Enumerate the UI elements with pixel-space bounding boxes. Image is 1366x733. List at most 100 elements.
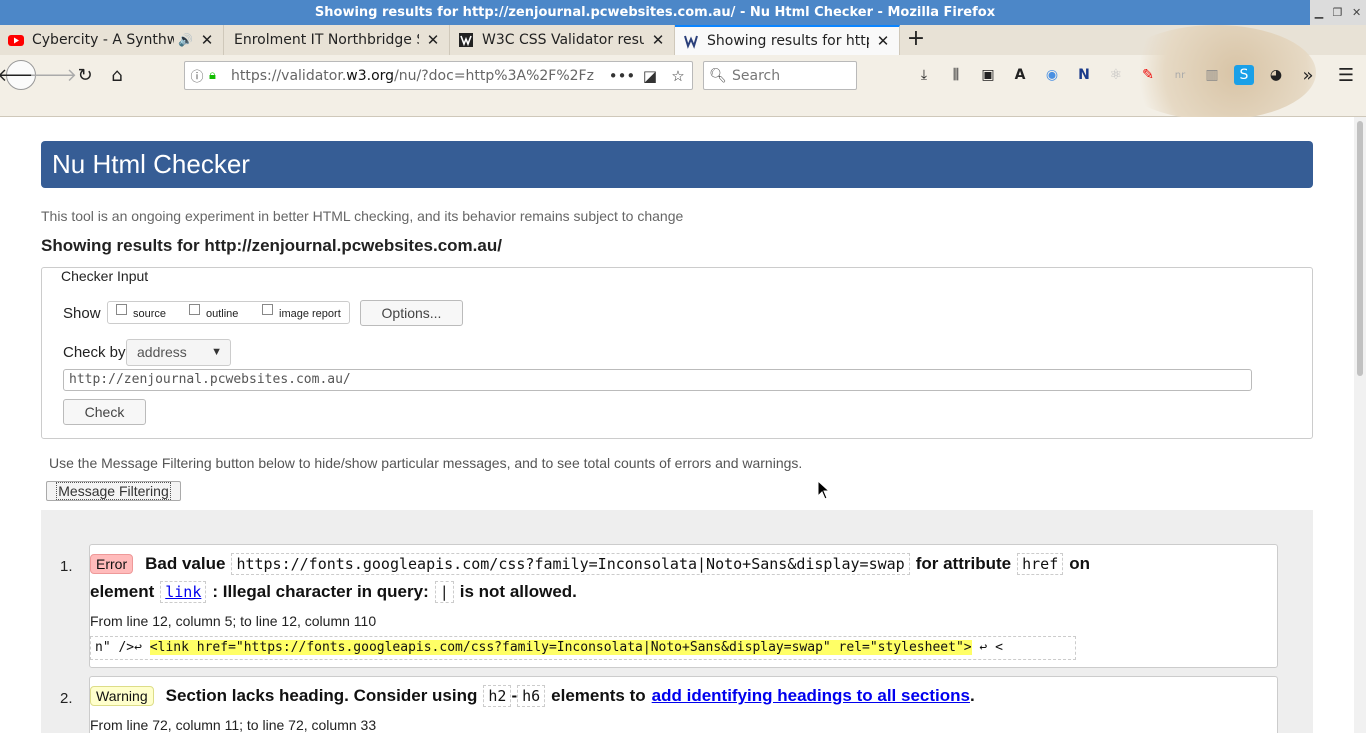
outline-checkbox-label[interactable]: outline xyxy=(206,308,238,320)
options-button[interactable]: Options... xyxy=(360,300,463,326)
checker-input-fieldset xyxy=(41,267,1313,439)
tab-label: Enrolment IT Northbridge Se xyxy=(234,32,419,48)
downloads-icon[interactable]: ⤓ xyxy=(914,65,934,85)
filter-note: Use the Message Filtering button below t… xyxy=(49,455,803,471)
message-text: Bad value xyxy=(145,554,226,573)
url-bar[interactable]: ⓘ 🔒︎ https://validator.w3.org/nu/?doc=ht… xyxy=(184,61,693,90)
check-by-select[interactable]: address ▼ xyxy=(126,339,231,366)
check-button[interactable]: Check xyxy=(63,399,146,425)
error-badge: Error xyxy=(90,554,134,574)
pen-extension-icon[interactable]: ✎ xyxy=(1138,65,1158,85)
chevron-down-icon: ▼ xyxy=(211,346,222,358)
barcode-extension-icon[interactable]: ▥ xyxy=(1202,65,1222,85)
check-by-value: address xyxy=(137,344,187,360)
extract-text: ↩ < xyxy=(971,640,1003,655)
forward-button[interactable]: 🡒 xyxy=(29,61,77,89)
nr-extension-icon[interactable]: nr xyxy=(1170,65,1190,85)
message-text: for attribute xyxy=(915,554,1012,573)
message-text: elements to xyxy=(551,686,646,705)
outline-checkbox[interactable] xyxy=(189,304,200,315)
headings-link[interactable]: add identifying headings to all sections xyxy=(652,686,970,706)
h6-code: h6 xyxy=(517,685,546,707)
s-extension-icon[interactable]: S xyxy=(1234,65,1254,85)
page-banner: Nu Html Checker xyxy=(41,141,1313,188)
speaker-icon[interactable]: 🔊 xyxy=(178,33,193,47)
navigation-toolbar: 🡐 🡒 ↻ ⌂ ⓘ 🔒︎ https://validator.w3.org/nu… xyxy=(0,25,1366,120)
home-button[interactable]: ⌂ xyxy=(103,61,131,89)
font-extension-icon[interactable]: A xyxy=(1010,65,1030,85)
minimize-icon[interactable]: ▁ xyxy=(1315,6,1323,19)
intro-text: This tool is an ongoing experiment in be… xyxy=(41,208,684,224)
close-tab-icon[interactable]: ✕ xyxy=(425,31,441,49)
pocket-icon[interactable]: ◪ xyxy=(636,67,664,85)
hamburger-menu-icon[interactable]: ☰ xyxy=(1336,65,1356,86)
element-link[interactable]: link xyxy=(160,581,207,603)
document-url-input[interactable]: http://zenjournal.pcwebsites.com.au/ xyxy=(63,369,1252,391)
show-label: Show xyxy=(63,305,101,322)
close-tab-icon[interactable]: ✕ xyxy=(650,31,666,49)
lock-icon[interactable]: 🔒︎ xyxy=(209,68,225,83)
image-report-checkbox[interactable] xyxy=(262,304,273,315)
reader-view-icon[interactable]: ▣ xyxy=(978,65,998,85)
mouse-cursor-icon xyxy=(817,480,831,500)
message-line: Error Bad value https://fonts.googleapis… xyxy=(90,553,1090,575)
close-tab-icon[interactable]: ✕ xyxy=(199,31,215,49)
tab-enrolment[interactable]: Enrolment IT Northbridge Se ✕ xyxy=(224,25,450,55)
message-number: 2. xyxy=(60,690,73,707)
reload-button[interactable]: ↻ xyxy=(71,61,99,89)
source-checkbox[interactable] xyxy=(116,304,127,315)
search-placeholder: Search xyxy=(732,67,781,84)
extract-highlight: <link href="https://fonts.googleapis.com… xyxy=(149,640,972,655)
page-scrollbar[interactable] xyxy=(1354,117,1366,733)
tab-label: Showing results for http:// xyxy=(707,33,869,49)
chrome-extension-icon[interactable]: ◉ xyxy=(1042,65,1062,85)
message-text: : Illegal character in query: xyxy=(212,582,429,601)
close-window-icon[interactable]: ✕ xyxy=(1352,6,1361,19)
scrollbar-thumb[interactable] xyxy=(1357,121,1363,376)
tab-nu-checker[interactable]: Showing results for http:// ✕ xyxy=(675,25,900,55)
search-box[interactable]: 🔍︎ Search xyxy=(703,61,857,90)
youtube-icon xyxy=(8,32,24,48)
illegal-char-code: | xyxy=(434,581,454,603)
message-line: Warning Section lacks heading. Consider … xyxy=(90,685,975,707)
message-filtering-label: Message Filtering xyxy=(56,482,171,500)
w3c-icon xyxy=(683,33,699,49)
bookmark-star-icon[interactable]: ☆ xyxy=(664,67,692,85)
window-titlebar: Showing results for http://zenjournal.pc… xyxy=(0,0,1366,25)
w3c-icon xyxy=(458,32,474,48)
source-checkbox-label[interactable]: source xyxy=(133,308,166,320)
source-extract: n" />↩ <link href="https://fonts.googlea… xyxy=(90,636,1076,660)
url-text[interactable]: https://validator.w3.org/nu/?doc=http%3A… xyxy=(225,68,608,84)
message-text: is not allowed. xyxy=(459,582,577,601)
message-text: on xyxy=(1069,554,1091,573)
account-icon[interactable]: ◕ xyxy=(1266,65,1286,85)
check-by-label: Check by xyxy=(63,344,126,361)
bad-value-code: https://fonts.googleapis.com/css?family=… xyxy=(231,553,910,575)
maximize-icon[interactable]: ❐ xyxy=(1333,6,1343,19)
new-tab-button[interactable]: + xyxy=(904,25,928,55)
message-location: From line 72, column 11; to line 72, col… xyxy=(90,717,377,733)
image-report-checkbox-label[interactable]: image report xyxy=(279,308,341,320)
react-extension-icon[interactable]: ⚛ xyxy=(1106,65,1126,85)
tab-css-validator[interactable]: W3C CSS Validator resul ✕ xyxy=(450,25,675,55)
close-tab-icon[interactable]: ✕ xyxy=(875,32,891,50)
page-actions-icon[interactable]: ••• xyxy=(608,67,636,85)
checker-input-legend: Checker Input xyxy=(61,268,149,284)
warning-badge: Warning xyxy=(90,686,154,706)
message-filtering-button[interactable]: Message Filtering xyxy=(46,481,181,501)
message-text: element xyxy=(90,582,155,601)
library-icon[interactable]: ⫼ xyxy=(946,65,966,85)
attribute-code: href xyxy=(1017,553,1064,575)
info-icon[interactable]: ⓘ xyxy=(185,66,209,85)
results-heading: Showing results for http://zenjournal.pc… xyxy=(41,236,502,255)
message-text: . xyxy=(969,686,975,705)
h2-code: h2 xyxy=(483,685,512,707)
page-content: Nu Html Checker This tool is an ongoing … xyxy=(0,117,1354,733)
tab-label: W3C CSS Validator resul xyxy=(482,32,644,48)
n-extension-icon[interactable]: N xyxy=(1074,65,1094,85)
message-error: Error Bad value https://fonts.googleapis… xyxy=(89,544,1278,668)
overflow-chevron-icon[interactable]: » xyxy=(1298,65,1318,86)
window-title: Showing results for http://zenjournal.pc… xyxy=(0,0,1310,25)
tab-cybercity[interactable]: Cybercity - A Synthwave 🔊 ✕ xyxy=(0,25,224,55)
show-options-group: source outline image report xyxy=(107,301,350,324)
